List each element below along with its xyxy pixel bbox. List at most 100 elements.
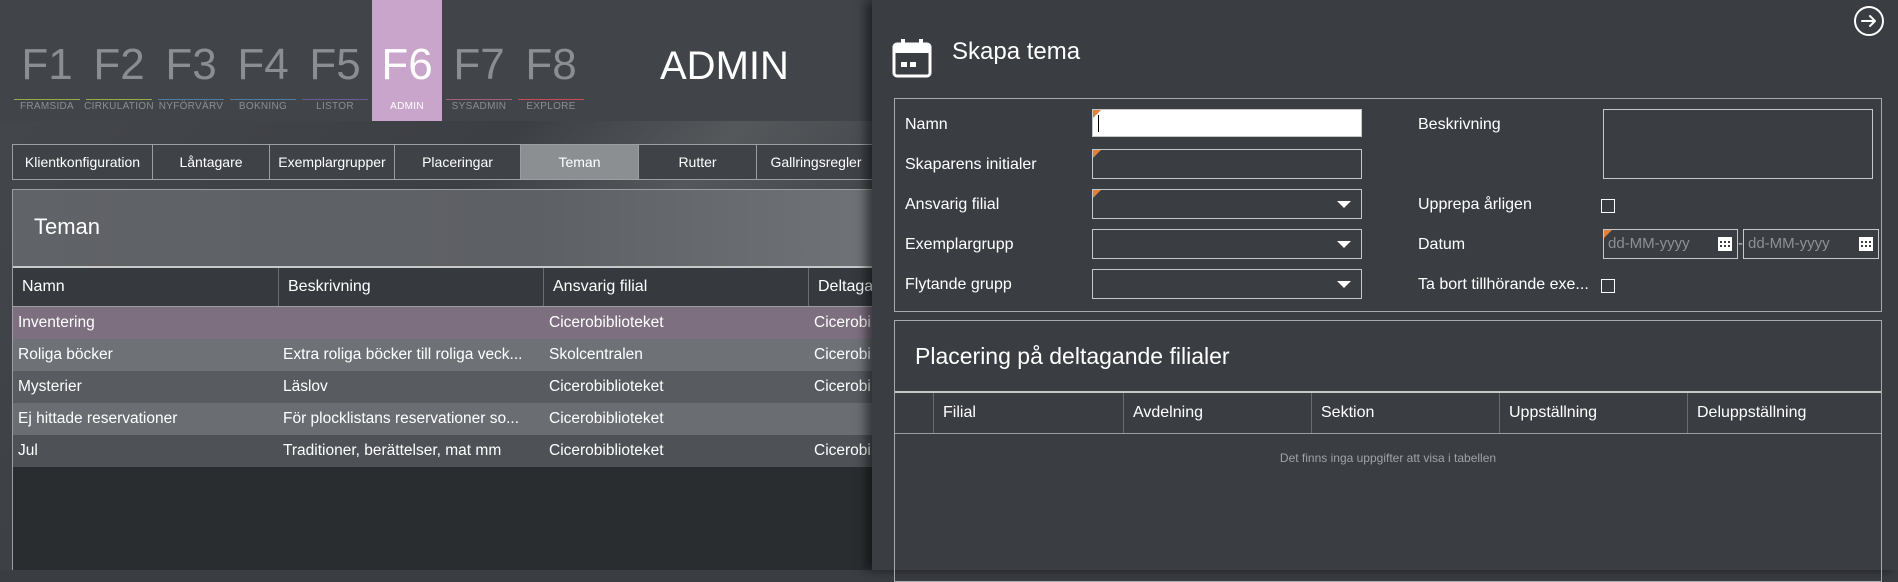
- fkey-f3[interactable]: F3 NYFÖRVÄRV: [156, 0, 226, 121]
- table-title: Teman: [34, 214, 101, 239]
- date-to-input[interactable]: dd-MM-yyyy: [1743, 229, 1879, 259]
- cell-namn: Jul: [18, 442, 38, 459]
- cell-filial: Cicerobiblioteket: [549, 314, 664, 331]
- column-beskrivning[interactable]: Beskrivning: [279, 268, 544, 306]
- cell-deltagande: Cicerobi: [814, 442, 871, 459]
- theme-form: Namn Skaparens initialer Ansvarig filial…: [894, 98, 1882, 312]
- tabort-checkbox[interactable]: [1601, 279, 1615, 293]
- column-filial[interactable]: Filial: [933, 393, 1123, 433]
- cell-namn: Mysterier: [18, 378, 82, 395]
- fkey-underline: [518, 99, 584, 100]
- date-from-placeholder: dd-MM-yyyy: [1608, 235, 1690, 252]
- namn-input[interactable]: [1092, 109, 1362, 137]
- fkey-number: F8: [525, 40, 577, 89]
- calendar-icon: [892, 39, 932, 78]
- tab-lantagare[interactable]: Låntagare: [152, 144, 270, 180]
- fkey-underline: [86, 99, 152, 100]
- fkey-f6[interactable]: F6 ADMIN: [372, 0, 442, 121]
- fkey-label: LISTOR: [316, 101, 354, 112]
- fkey-f2[interactable]: F2 CIRKULATION: [84, 0, 154, 121]
- table-row[interactable]: Ej hittade reservationer För plocklistan…: [13, 403, 872, 435]
- beskrivning-label: Beskrivning: [1418, 116, 1501, 133]
- placement-title: Placering på deltagande filialer: [915, 343, 1230, 369]
- namn-label: Namn: [905, 116, 948, 133]
- column-ansvarig-filial[interactable]: Ansvarig filial: [544, 268, 809, 306]
- column-sektion[interactable]: Sektion: [1311, 393, 1499, 433]
- table-row[interactable]: Inventering Cicerobiblioteket Cicerobi: [13, 307, 872, 339]
- fkey-number: F5: [309, 40, 361, 89]
- column-uppstallning[interactable]: Uppställning: [1499, 393, 1687, 433]
- fkey-number: F7: [453, 40, 505, 89]
- tab-rutter[interactable]: Rutter: [638, 144, 757, 180]
- fkey-f7[interactable]: F7 SYSADMIN: [444, 0, 514, 121]
- fkey-underline: [158, 99, 224, 100]
- fkey-label: CIRKULATION: [84, 101, 154, 112]
- text-cursor: [1098, 115, 1099, 132]
- initialer-input[interactable]: [1092, 149, 1362, 179]
- column-deltagande[interactable]: Deltaga: [809, 268, 872, 306]
- date-from-input[interactable]: dd-MM-yyyy: [1603, 229, 1738, 259]
- dialog-title: Skapa tema: [952, 38, 1081, 65]
- cell-beskrivning: Extra roliga böcker till roliga veck...: [283, 346, 523, 363]
- beskrivning-textarea[interactable]: [1603, 109, 1873, 179]
- cell-deltagande: Cicerobi: [814, 314, 871, 331]
- fkey-label: FRAMSIDA: [19, 101, 75, 112]
- table-columns: Namn Beskrivning Ansvarig filial Deltaga: [13, 268, 872, 307]
- fkey-number: F3: [165, 40, 217, 89]
- cell-beskrivning: Traditioner, berättelser, mat mm: [283, 442, 502, 459]
- fkey-f8[interactable]: F8 EXPLORE: [516, 0, 586, 121]
- fkey-number: F1: [21, 40, 73, 89]
- cell-deltagande: Cicerobi: [814, 346, 871, 363]
- cell-beskrivning: För plocklistans reservationer so...: [283, 410, 520, 427]
- placement-table: Placering på deltagande filialer Filial …: [894, 320, 1882, 582]
- arrow-right-icon: [1861, 15, 1876, 27]
- table-row[interactable]: Mysterier Läslov Cicerobiblioteket Cicer…: [13, 371, 872, 403]
- fkey-f1[interactable]: F1 FRAMSIDA: [12, 0, 82, 121]
- teman-table: Teman Namn Beskrivning Ansvarig filial D…: [12, 189, 872, 570]
- cell-namn: Inventering: [18, 314, 95, 331]
- exemplargrupp-label: Exemplargrupp: [905, 236, 1014, 253]
- filial-dropdown[interactable]: [1092, 189, 1362, 219]
- create-theme-dialog: Skapa tema Namn Skaparens initialer Ansv…: [872, 0, 1898, 582]
- column-avdelning[interactable]: Avdelning: [1123, 393, 1311, 433]
- column-deluppstallning[interactable]: Deluppställning: [1687, 393, 1877, 433]
- fkey-f5[interactable]: F5 LISTOR: [300, 0, 370, 121]
- column-namn[interactable]: Namn: [13, 268, 279, 306]
- fkey-number: F6: [381, 40, 433, 89]
- fkey-number: F2: [93, 40, 145, 89]
- exemplargrupp-dropdown[interactable]: [1092, 229, 1362, 259]
- empty-table-message: Det finns inga uppgifter att visa i tabe…: [1279, 451, 1497, 465]
- placement-columns: Filial Avdelning Sektion Uppställning De…: [895, 391, 1881, 434]
- cell-filial: Cicerobiblioteket: [549, 442, 664, 459]
- date-to-placeholder: dd-MM-yyyy: [1748, 235, 1830, 252]
- upprepa-checkbox[interactable]: [1601, 199, 1615, 213]
- initialer-label: Skaparens initialer: [905, 156, 1037, 173]
- calendar-picker-icon[interactable]: [1859, 237, 1873, 251]
- close-dialog-button[interactable]: [1854, 6, 1884, 36]
- admin-panel: F1 FRAMSIDA F2 CIRKULATION F3 NYFÖRVÄRV F4 B…: [0, 0, 872, 570]
- section-title: ADMIN: [660, 44, 789, 88]
- fkey-label: ADMIN: [390, 101, 424, 112]
- fkey-label: SYSADMIN: [451, 101, 507, 112]
- tab-gallringsregler[interactable]: Gallringsregler: [756, 144, 872, 180]
- flytande-label: Flytande grupp: [905, 276, 1012, 293]
- cell-beskrivning: Läslov: [283, 378, 328, 395]
- datum-label: Datum: [1418, 236, 1466, 253]
- cell-deltagande: Cicerobi: [814, 378, 871, 395]
- tab-exemplargrupper[interactable]: Exemplargrupper: [269, 144, 395, 180]
- cell-filial: Cicerobiblioteket: [549, 410, 664, 427]
- fkey-f4[interactable]: F4 BOKNING: [228, 0, 298, 121]
- tab-placeringar[interactable]: Placeringar: [394, 144, 521, 180]
- fkey-underline: [230, 99, 296, 100]
- cell-filial: Cicerobiblioteket: [549, 378, 664, 395]
- calendar-picker-icon[interactable]: [1718, 237, 1732, 251]
- tab-klientkonfiguration[interactable]: Klientkonfiguration: [12, 144, 153, 180]
- flytande-dropdown[interactable]: [1092, 269, 1362, 299]
- table-row[interactable]: Jul Traditioner, berättelser, mat mm Cic…: [13, 435, 872, 467]
- fkey-label: NYFÖRVÄRV: [158, 101, 224, 112]
- function-key-bar: F1 FRAMSIDA F2 CIRKULATION F3 NYFÖRVÄRV F4 B…: [0, 0, 872, 121]
- tab-teman[interactable]: Teman: [520, 144, 639, 180]
- fkey-underline: [302, 99, 368, 100]
- table-row[interactable]: Roliga böcker Extra roliga böcker till r…: [13, 339, 872, 371]
- cell-namn: Ej hittade reservationer: [18, 410, 178, 427]
